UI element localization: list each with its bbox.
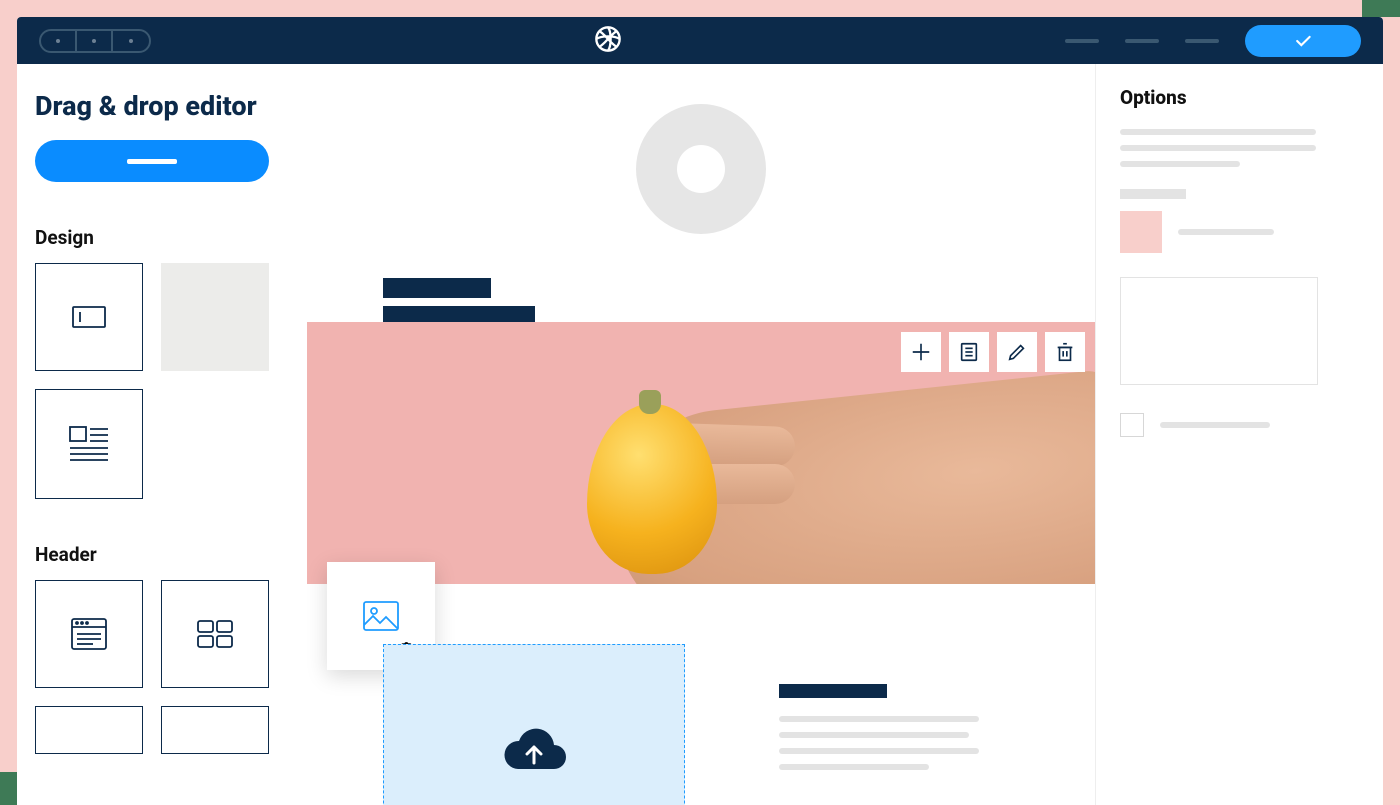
block-browser[interactable] bbox=[35, 580, 143, 688]
sidebar-primary-button[interactable] bbox=[35, 140, 269, 182]
block-grid[interactable] bbox=[161, 580, 269, 688]
topbar-link[interactable] bbox=[1185, 39, 1219, 43]
options-panel: Options bbox=[1095, 64, 1383, 805]
options-title: Options bbox=[1120, 86, 1359, 109]
option-label-placeholder bbox=[1120, 189, 1186, 199]
sidebar-title: Drag & drop editor bbox=[35, 90, 289, 122]
toolbar-delete-button[interactable] bbox=[1045, 332, 1085, 372]
pencil-icon bbox=[1006, 341, 1028, 363]
plus-icon bbox=[910, 341, 932, 363]
text-image-icon bbox=[69, 426, 109, 462]
avatar-placeholder bbox=[636, 104, 766, 234]
app-logo-icon bbox=[594, 25, 622, 57]
topbar-link[interactable] bbox=[1125, 39, 1159, 43]
image-icon bbox=[363, 601, 399, 631]
section-title-header: Header bbox=[35, 543, 289, 566]
grid-icon bbox=[197, 620, 233, 648]
section-title-design: Design bbox=[35, 226, 289, 249]
window-dot[interactable] bbox=[113, 31, 149, 51]
color-swatch[interactable] bbox=[1120, 211, 1162, 253]
text-content-placeholder bbox=[779, 684, 1009, 780]
window-controls bbox=[39, 29, 151, 53]
upload-dropzone[interactable] bbox=[383, 644, 685, 805]
cloud-upload-icon bbox=[498, 723, 570, 775]
sidebar: Drag & drop editor Design bbox=[17, 64, 307, 805]
option-placeholder-line bbox=[1120, 161, 1240, 167]
window-dot[interactable] bbox=[77, 31, 113, 51]
browser-icon bbox=[71, 618, 107, 650]
trash-icon bbox=[1054, 341, 1076, 363]
checkbox-label-placeholder bbox=[1160, 422, 1270, 428]
app-window: Drag & drop editor Design bbox=[17, 17, 1383, 805]
toolbar-edit-button[interactable] bbox=[997, 332, 1037, 372]
window-dot[interactable] bbox=[41, 31, 77, 51]
option-preview-box[interactable] bbox=[1120, 277, 1318, 385]
confirm-button[interactable] bbox=[1245, 25, 1361, 57]
toolbar-add-button[interactable] bbox=[901, 332, 941, 372]
block-blank[interactable] bbox=[161, 263, 269, 371]
toolbar-duplicate-button[interactable] bbox=[949, 332, 989, 372]
topbar-link[interactable] bbox=[1065, 39, 1099, 43]
block-placeholder[interactable] bbox=[161, 706, 269, 754]
block-toolbar bbox=[901, 332, 1085, 372]
block-text-input[interactable] bbox=[35, 263, 143, 371]
topbar bbox=[17, 17, 1383, 64]
block-placeholder[interactable] bbox=[35, 706, 143, 754]
check-icon bbox=[1293, 31, 1313, 51]
button-label-placeholder bbox=[127, 159, 177, 164]
option-placeholder-line bbox=[1120, 145, 1316, 151]
canvas[interactable] bbox=[307, 64, 1095, 805]
option-checkbox[interactable] bbox=[1120, 413, 1144, 437]
swatch-label-placeholder bbox=[1178, 229, 1274, 235]
block-text-image[interactable] bbox=[35, 389, 143, 499]
option-placeholder-line bbox=[1120, 129, 1316, 135]
text-input-icon bbox=[72, 306, 106, 328]
document-icon bbox=[958, 341, 980, 363]
